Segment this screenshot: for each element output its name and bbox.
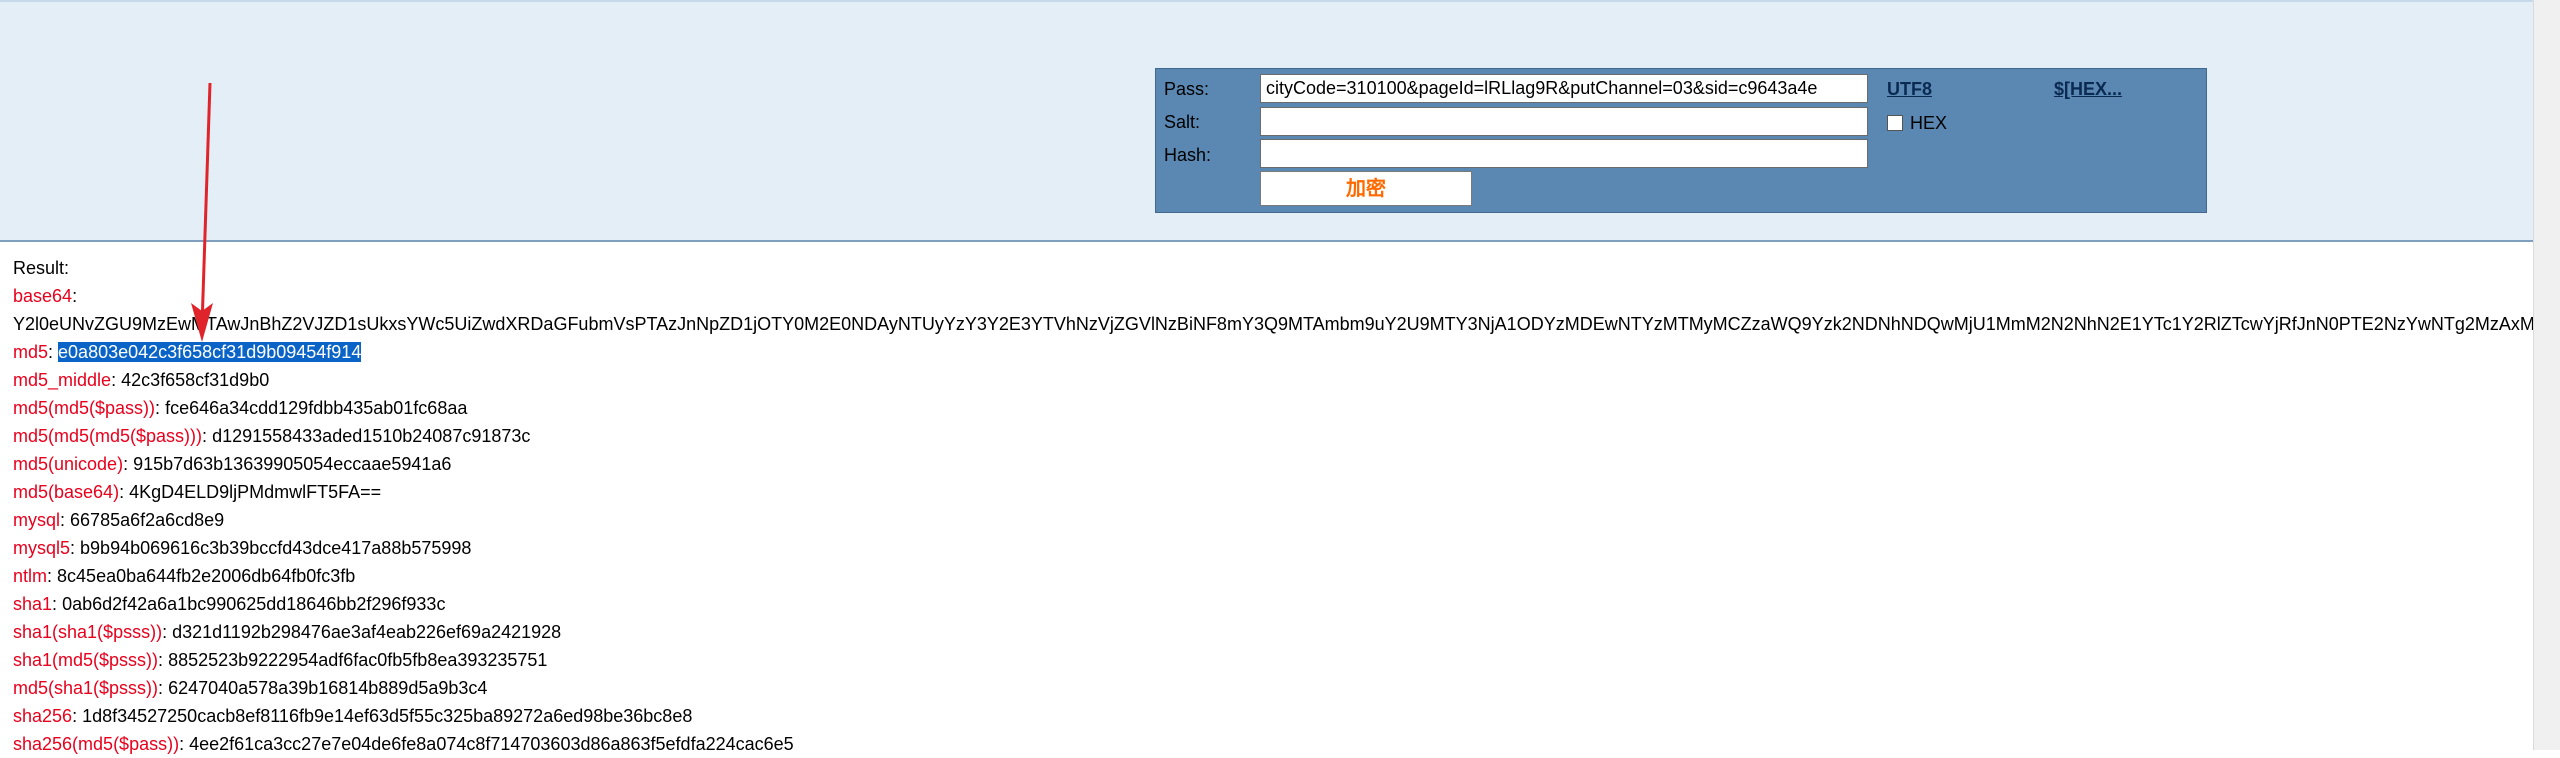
result-separator: : xyxy=(155,398,166,418)
result-list: md5: e0a803e042c3f658cf31d9b09454f914 md5… xyxy=(13,338,2533,758)
result-key: sha256(md5($pass)) xyxy=(13,734,180,754)
result-key: md5(base64) xyxy=(13,482,120,502)
result-value: b9b94b069616c3b39bccfd43dce417a88b575998 xyxy=(80,538,472,558)
base64-label-line: base64: xyxy=(13,286,78,306)
result-value: 66785a6f2a6cd8e9 xyxy=(70,510,225,530)
result-row: mysql: 66785a6f2a6cd8e9 xyxy=(13,506,2533,534)
utf8-encoding-link[interactable]: UTF8 xyxy=(1887,79,1932,100)
result-key: md5(unicode) xyxy=(13,454,124,474)
result-value: d321d1192b298476ae3af4eab226ef69a2421928 xyxy=(172,622,562,642)
result-row: mysql5: b9b94b069616c3b39bccfd43dce417a8… xyxy=(13,534,2533,562)
hash-input[interactable] xyxy=(1260,139,1868,168)
result-value: 4KgD4ELD9ljPMdmwlFT5FA== xyxy=(129,482,382,502)
result-key: sha1(sha1($psss)) xyxy=(13,622,163,642)
result-value: e0a803e042c3f658cf31d9b09454f914 xyxy=(58,342,362,362)
result-separator: : xyxy=(123,454,134,474)
result-separator: : xyxy=(60,510,71,530)
result-row: md5_middle: 42c3f658cf31d9b0 xyxy=(13,366,2533,394)
result-key: sha256 xyxy=(13,706,73,726)
result-value: 4ee2f61ca3cc27e7e04de6fe8a074c8f71470360… xyxy=(189,734,794,754)
base64-key: base64 xyxy=(13,286,73,306)
result-separator: : xyxy=(162,622,173,642)
result-separator: : xyxy=(179,734,190,754)
result-key: md5(sha1($psss)) xyxy=(13,678,159,698)
result-value: 1d8f34527250cacb8ef8116fb9e14ef63d5f55c3… xyxy=(82,706,693,726)
result-key: md5_middle xyxy=(13,370,112,390)
result-key: sha1(md5($psss)) xyxy=(13,650,159,670)
result-value: 6247040a578a39b16814b889d5a9b3c4 xyxy=(168,678,488,698)
result-separator: : xyxy=(158,650,169,670)
result-value: d1291558433aded1510b24087c91873c xyxy=(212,426,531,446)
result-key: mysql xyxy=(13,510,61,530)
result-separator: : xyxy=(52,594,63,614)
result-value: 915b7d63b13639905054eccaae5941a6 xyxy=(133,454,452,474)
result-separator: : xyxy=(202,426,213,446)
result-key: mysql5 xyxy=(13,538,71,558)
result-separator: : xyxy=(47,566,58,586)
result-separator: : xyxy=(158,678,169,698)
result-row: md5(md5(md5($pass))): d1291558433aded151… xyxy=(13,422,2533,450)
result-row: md5(sha1($psss)): 6247040a578a39b16814b8… xyxy=(13,674,2533,702)
result-heading: Result: xyxy=(13,258,70,278)
result-separator: : xyxy=(111,370,122,390)
result-key: ntlm xyxy=(13,566,48,586)
result-key: md5(md5($pass)) xyxy=(13,398,156,418)
result-separator: : xyxy=(70,538,81,558)
result-area: Result: base64: Y2l0eUNvZGU9MzEwMTAwJnBh… xyxy=(13,254,2533,758)
pass-label: Pass: xyxy=(1164,79,1210,99)
result-value: 8852523b9222954adf6fac0fb5fb8ea393235751 xyxy=(168,650,548,670)
result-row: sha1(md5($psss)): 8852523b9222954adf6fac… xyxy=(13,646,2533,674)
result-separator: : xyxy=(119,482,130,502)
hex-checkbox[interactable] xyxy=(1887,115,1903,131)
result-row: sha1: 0ab6d2f42a6a1bc990625dd18646bb2f29… xyxy=(13,590,2533,618)
base64-value: Y2l0eUNvZGU9MzEwMTAwJnBhZ2VJZD1sUkxsYWc5… xyxy=(13,314,2533,334)
hex-checkbox-label: HEX xyxy=(1910,113,1948,133)
top-area: Pass: cityCode=310100&pageId=lRLlag9R&pu… xyxy=(0,0,2533,242)
vertical-scrollbar[interactable] xyxy=(2533,0,2560,750)
hash-label: Hash: xyxy=(1164,145,1212,165)
result-row: sha1(sha1($psss)): d321d1192b298476ae3af… xyxy=(13,618,2533,646)
hex-options-link[interactable]: $[HEX... xyxy=(2054,79,2122,100)
result-key: md5(md5(md5($pass))) xyxy=(13,426,203,446)
result-value: 0ab6d2f42a6a1bc990625dd18646bb2f296f933c xyxy=(62,594,446,614)
result-row: ntlm: 8c45ea0ba644fb2e2006db64fb0fc3fb xyxy=(13,562,2533,590)
salt-input[interactable] xyxy=(1260,107,1868,136)
result-value: fce646a34cdd129fdbb435ab01fc68aa xyxy=(165,398,468,418)
result-row: sha256: 1d8f34527250cacb8ef8116fb9e14ef6… xyxy=(13,702,2533,730)
result-separator: : xyxy=(72,706,83,726)
pass-input[interactable]: cityCode=310100&pageId=lRLlag9R&putChann… xyxy=(1260,74,1868,103)
result-key: md5 xyxy=(13,342,49,362)
result-value: 8c45ea0ba644fb2e2006db64fb0fc3fb xyxy=(57,566,356,586)
result-value: 42c3f658cf31d9b0 xyxy=(121,370,270,390)
result-row: md5(base64): 4KgD4ELD9ljPMdmwlFT5FA== xyxy=(13,478,2533,506)
result-key: sha1 xyxy=(13,594,53,614)
result-row: md5: e0a803e042c3f658cf31d9b09454f914 xyxy=(13,338,2533,366)
encrypt-button[interactable]: 加密 xyxy=(1260,171,1472,206)
result-row: md5(md5($pass)): fce646a34cdd129fdbb435a… xyxy=(13,394,2533,422)
result-row: sha256(md5($pass)): 4ee2f61ca3cc27e7e04d… xyxy=(13,730,2533,758)
result-separator: : xyxy=(48,342,59,362)
result-row: md5(unicode): 915b7d63b13639905054eccaae… xyxy=(13,450,2533,478)
encrypt-form-panel: Pass: cityCode=310100&pageId=lRLlag9R&pu… xyxy=(1155,68,2207,213)
salt-label: Salt: xyxy=(1164,112,1201,132)
